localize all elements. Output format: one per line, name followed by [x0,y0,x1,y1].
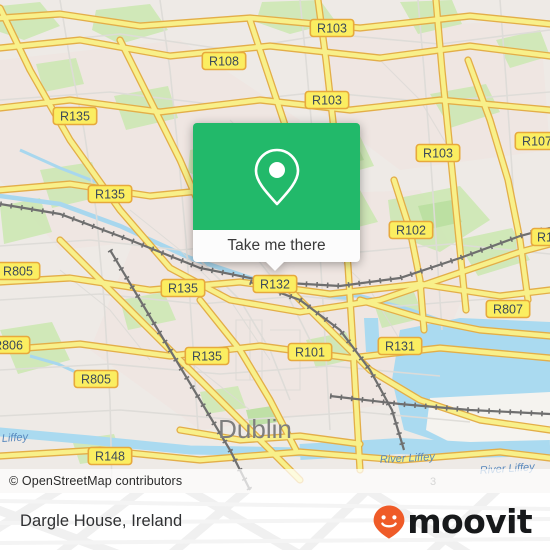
road-shield-label: R135 [60,110,90,124]
road-shield-label: R108 [209,55,239,69]
moovit-smiley-pin-icon [373,505,405,539]
road-shield-label: R103 [423,147,453,161]
road-shield: R102 [388,220,434,240]
road-shield: R107 [514,131,550,151]
road-shield-label: R148 [95,450,125,464]
moovit-logo[interactable]: moovit [372,502,533,541]
moovit-place-card: Dublin River Liffey River Liffey Liffey … [0,0,550,550]
attribution-text: © OpenStreetMap contributors [9,474,183,488]
road-shield-label: R135 [95,188,125,202]
road-shield-label: R103 [312,94,342,108]
road-shield: R806 [0,335,31,355]
road-shield: R135 [160,278,206,298]
popup-pointer-arrow [265,261,285,271]
road-shield-label: R102 [396,224,426,238]
road-shield: R807 [485,299,531,319]
footer-bar: Dargle House, Ireland moovit [0,493,550,550]
road-shield: R135 [52,106,98,126]
road-shield-label: R807 [493,303,523,317]
road-shield: R135 [87,184,133,204]
water-label-liffey: Liffey [1,431,30,445]
map-city-label: Dublin [218,414,292,444]
road-shield-label: R135 [168,282,198,296]
road-shield: R103 [415,143,461,163]
road-shield: R103 [304,90,350,110]
road-shield: R805 [0,261,41,281]
road-shield: R108 [201,51,247,71]
road-shield-label: R135 [192,350,222,364]
place-name-label: Dargle House, Ireland [20,512,183,530]
moovit-wordmark: moovit [407,502,532,541]
popup-header [193,123,360,230]
road-shield: R132 [252,274,298,294]
road-shield-label: R805 [3,265,33,279]
road-shield-label: R805 [81,373,111,387]
road-shield-label: R107 [522,135,550,149]
road-shield-label: R806 [0,339,23,353]
take-me-there-label: Take me there [227,237,326,254]
road-shield-label: R1 [537,231,550,245]
map-attribution[interactable]: © OpenStreetMap contributors [0,469,550,493]
map-canvas[interactable]: Dublin River Liffey River Liffey Liffey … [0,0,550,493]
road-shield-label: R103 [317,22,347,36]
road-shield-label: R132 [260,278,290,292]
road-shield-label: R101 [295,346,325,360]
road-shield-label: R131 [385,340,415,354]
road-shield: R148 [87,446,133,466]
popup-action-bar[interactable]: Take me there [193,230,360,262]
road-shield: R1 [530,227,550,247]
road-shield: R131 [377,336,423,356]
take-me-there-popup[interactable]: Take me there [193,123,360,271]
map-pin-icon [254,148,299,205]
road-shield: R103 [309,18,355,38]
road-shield: R805 [73,369,119,389]
road-shield: R135 [184,346,230,366]
road-shield: R101 [287,342,333,362]
